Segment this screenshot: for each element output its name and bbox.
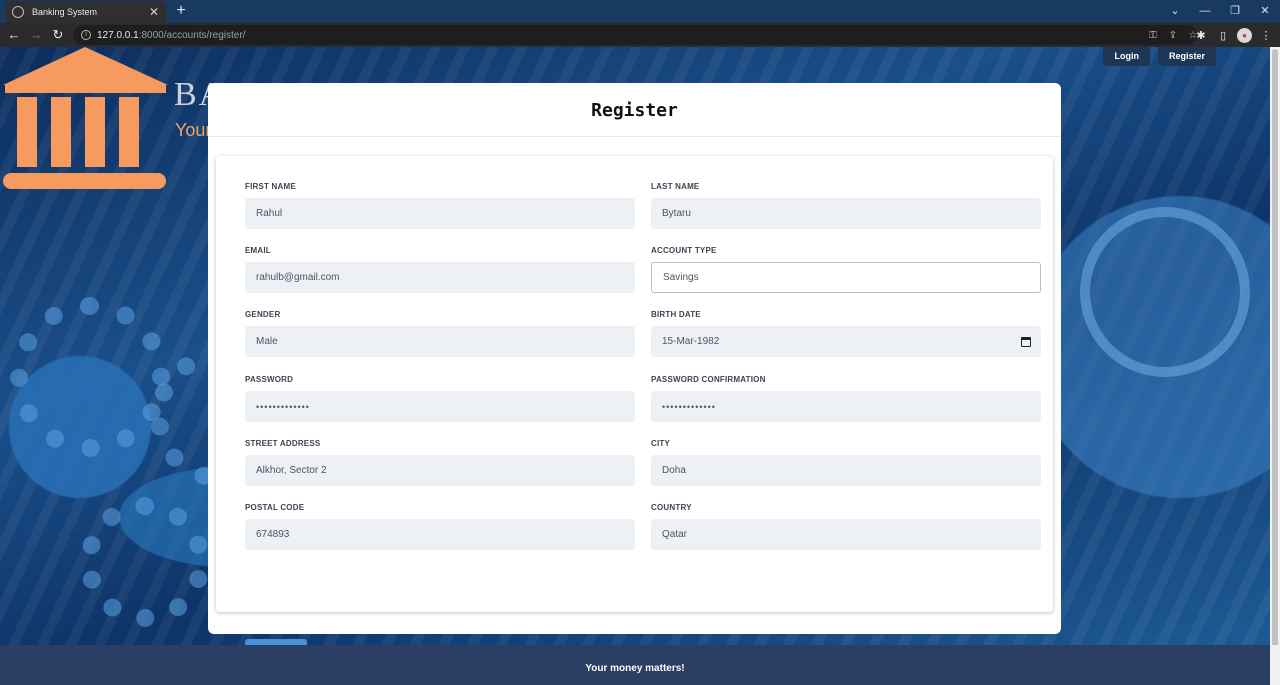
reload-icon[interactable]: ↻ xyxy=(48,25,68,45)
password-confirmation-label: PASSWORD CONFIRMATION xyxy=(651,375,766,384)
top-nav: Login Register xyxy=(1103,47,1216,66)
back-icon[interactable]: ← xyxy=(4,25,24,45)
city-field: CITY Doha xyxy=(651,439,1041,486)
password-confirmation-input[interactable]: ••••••••••••• xyxy=(651,391,1041,422)
omnibox-icons: ⚿ ⇪ ☆ xyxy=(1146,25,1200,45)
street-address-input[interactable]: Alkhor, Sector 2 xyxy=(245,455,635,486)
footer-text: Your money matters! xyxy=(585,662,685,674)
page-footer: Your money matters! xyxy=(0,645,1270,685)
window-controls: ⌄ — ❐ ✕ xyxy=(1160,0,1280,23)
card-header: Register xyxy=(208,83,1061,137)
extensions-icon[interactable]: ✱ xyxy=(1193,29,1209,42)
password-field: PASSWORD ••••••••••••• xyxy=(245,375,635,422)
info-icon[interactable]: i xyxy=(81,30,91,40)
gender-label: GENDER xyxy=(245,310,281,319)
register-link[interactable]: Register xyxy=(1157,47,1216,66)
share-icon[interactable]: ⇪ xyxy=(1166,30,1180,41)
birth-date-label: BIRTH DATE xyxy=(651,310,701,319)
address-bar[interactable]: i 127.0.0.1:8000/accounts/register/ xyxy=(73,25,1197,45)
footer-scrollbar xyxy=(1270,645,1280,685)
calendar-icon[interactable] xyxy=(1021,336,1031,347)
last-name-field: LAST NAME Bytaru xyxy=(651,182,1041,229)
birth-date-field: BIRTH DATE 15-Mar-1982 xyxy=(651,310,1041,357)
page-title: Register xyxy=(591,100,678,121)
password-input[interactable]: ••••••••••••• xyxy=(245,391,635,422)
restore-icon[interactable]: ❐ xyxy=(1220,0,1250,23)
country-label: COUNTRY xyxy=(651,503,692,512)
tab-close-icon[interactable]: ✕ xyxy=(148,6,160,18)
side-panel-icon[interactable]: ▯ xyxy=(1215,29,1231,42)
account-type-field: ACCOUNT TYPE Savings xyxy=(651,246,1041,293)
gender-select[interactable]: Male xyxy=(245,326,635,357)
gear-decoration xyxy=(80,497,210,627)
last-name-label: LAST NAME xyxy=(651,182,700,191)
city-label: CITY xyxy=(651,439,671,448)
register-form: FIRST NAME Rahul LAST NAME Bytaru EMAIL … xyxy=(216,156,1053,665)
menu-icon[interactable]: ⋮ xyxy=(1258,29,1274,42)
browser-toolbar: ← → ↻ i 127.0.0.1:8000/accounts/register… xyxy=(0,23,1280,47)
browser-tab-strip: Banking System ✕ + ⌄ — ❐ ✕ xyxy=(0,0,1280,23)
profile-avatar-icon[interactable]: ● xyxy=(1237,27,1252,43)
password-confirmation-field: PASSWORD CONFIRMATION ••••••••••••• xyxy=(651,375,1041,422)
postal-code-label: POSTAL CODE xyxy=(245,503,305,512)
birth-date-input[interactable]: 15-Mar-1982 xyxy=(651,326,1041,357)
toolbar-right: ✱ ▯ ● ⋮ xyxy=(1193,25,1274,45)
logo-tagline: Your xyxy=(175,120,212,140)
page-scrollbar[interactable] xyxy=(1270,47,1280,649)
street-address-label: STREET ADDRESS xyxy=(245,439,321,448)
country-input[interactable]: Qatar xyxy=(651,519,1041,550)
first-name-input[interactable]: Rahul xyxy=(245,198,635,229)
postal-code-input[interactable]: 674893 xyxy=(245,519,635,550)
country-field: COUNTRY Qatar xyxy=(651,503,1041,550)
login-link[interactable]: Login xyxy=(1103,47,1150,66)
new-tab-button[interactable]: + xyxy=(172,2,190,20)
last-name-input[interactable]: Bytaru xyxy=(651,198,1041,229)
email-field: EMAIL rahulb@gmail.com xyxy=(245,246,635,293)
email-input[interactable]: rahulb@gmail.com xyxy=(245,262,635,293)
globe-icon xyxy=(12,6,24,18)
gender-field: GENDER Male xyxy=(245,310,635,357)
street-address-field: STREET ADDRESS Alkhor, Sector 2 xyxy=(245,439,635,486)
city-input[interactable]: Doha xyxy=(651,455,1041,486)
postal-code-field: POSTAL CODE 674893 xyxy=(245,503,635,550)
bank-logo-icon xyxy=(3,47,168,189)
first-name-label: FIRST NAME xyxy=(245,182,296,191)
browser-tab[interactable]: Banking System ✕ xyxy=(6,1,166,23)
register-card: Register FIRST NAME Rahul LAST NAME Byta… xyxy=(208,83,1061,665)
url-host: 127.0.0.1 xyxy=(97,29,139,41)
birth-date-value: 15-Mar-1982 xyxy=(662,336,720,347)
gear-decoration xyxy=(10,297,170,457)
scrollbar-thumb[interactable] xyxy=(1272,49,1278,649)
first-name-field: FIRST NAME Rahul xyxy=(245,182,635,229)
tab-title: Banking System xyxy=(32,7,98,17)
magnifier-decoration xyxy=(1080,207,1250,377)
account-type-select[interactable]: Savings xyxy=(651,262,1041,293)
key-icon[interactable]: ⚿ xyxy=(1146,30,1160,41)
close-window-icon[interactable]: ✕ xyxy=(1250,0,1280,23)
email-label: EMAIL xyxy=(245,246,271,255)
tab-search-icon[interactable]: ⌄ xyxy=(1160,0,1190,23)
password-label: PASSWORD xyxy=(245,375,294,384)
url-path: :8000/accounts/register/ xyxy=(138,29,246,41)
account-type-label: ACCOUNT TYPE xyxy=(651,246,717,255)
forward-icon[interactable]: → xyxy=(26,25,46,45)
minimize-icon[interactable]: — xyxy=(1190,0,1220,23)
